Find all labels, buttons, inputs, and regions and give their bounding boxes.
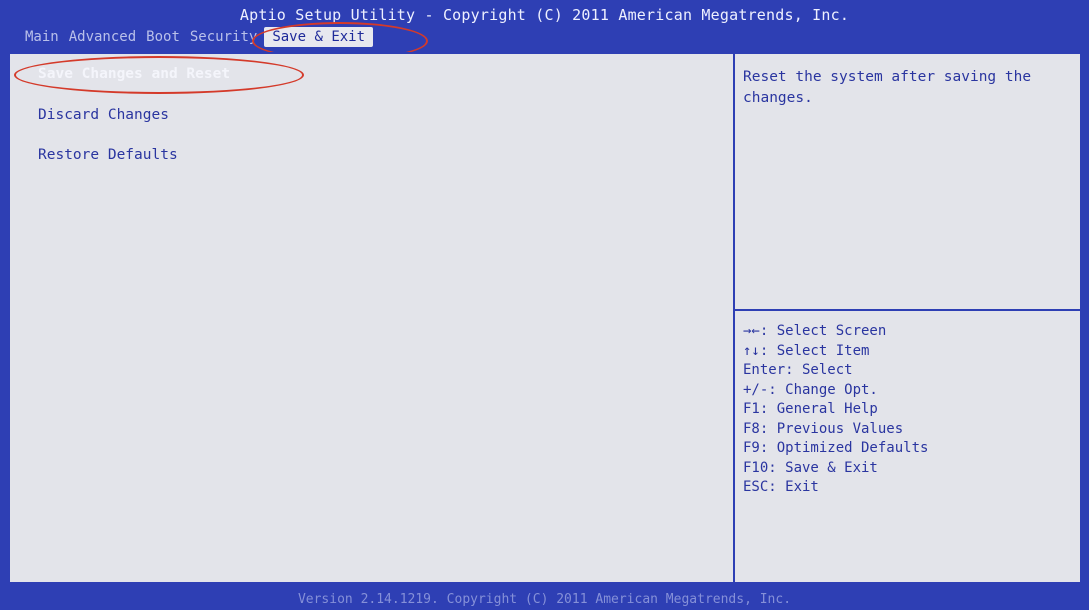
help-description: Reset the system after saving the change… — [743, 69, 1032, 106]
key-select-item: ↑↓: Select Item — [743, 342, 870, 359]
menu-item-label: Save Changes and Reset — [38, 66, 231, 82]
key-general-help: F1: General Help — [743, 401, 878, 417]
tab-security[interactable]: Security — [185, 27, 262, 47]
menu-item-discard-changes[interactable]: Discard Changes — [38, 107, 169, 123]
key-enter-select: Enter: Select — [743, 362, 853, 378]
key-save-exit: F10: Save & Exit — [743, 459, 878, 476]
menu-item-save-changes-and-reset[interactable]: Save Changes and Reset — [14, 56, 304, 94]
key-esc-exit: ESC: Exit — [743, 479, 819, 495]
tab-bar: Main Advanced Boot Security Save & Exit — [20, 22, 429, 60]
key-optimized-defaults: F9: Optimized Defaults — [743, 440, 929, 456]
key-previous-values: F8: Previous Values — [743, 420, 904, 437]
help-divider — [735, 309, 1080, 311]
bios-title: Aptio Setup Utility - Copyright (C) 2011… — [239, 6, 850, 24]
version-footer: Version 2.14.1219. Copyright (C) 2011 Am… — [297, 592, 792, 607]
bios-header: Aptio Setup Utility - Copyright (C) 2011… — [0, 0, 1089, 60]
tab-save-exit-wrap: Save & Exit — [252, 22, 429, 60]
tab-main[interactable]: Main — [20, 27, 64, 47]
tab-advanced[interactable]: Advanced — [64, 27, 141, 47]
setup-panel: Save Changes and Reset Discard Changes R… — [8, 52, 1082, 584]
menu-panel: Save Changes and Reset Discard Changes R… — [10, 54, 735, 582]
menu-item-restore-defaults[interactable]: Restore Defaults — [38, 147, 178, 163]
tab-boot[interactable]: Boot — [141, 27, 185, 47]
key-legend: →←: Select Screen ↑↓: Select Item Enter:… — [743, 322, 928, 498]
key-select-screen: →←: Select Screen — [743, 323, 887, 339]
key-change-opt: +/-: Change Opt. — [743, 381, 878, 398]
help-panel: Reset the system after saving the change… — [735, 54, 1080, 582]
tab-save-exit[interactable]: Save & Exit — [264, 27, 374, 47]
